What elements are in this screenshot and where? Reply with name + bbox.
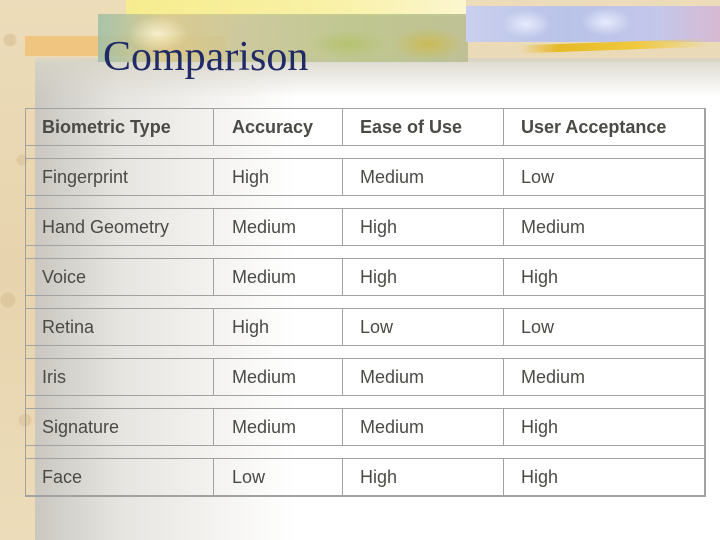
- row-separator: [26, 196, 704, 209]
- cell-accuracy: Medium: [213, 409, 342, 445]
- row-separator: [26, 246, 704, 259]
- cell-accuracy: Medium: [213, 209, 342, 245]
- table-row: Iris Medium Medium Medium: [26, 359, 704, 396]
- cell-accuracy: High: [213, 309, 342, 345]
- cell-user-acceptance: Medium: [503, 209, 704, 245]
- cell-ease-of-use: High: [342, 209, 503, 245]
- table-row: Hand Geometry Medium High Medium: [26, 209, 704, 246]
- header-accuracy: Accuracy: [213, 109, 342, 145]
- table-row: Signature Medium Medium High: [26, 409, 704, 446]
- header-user-acceptance: User Acceptance: [503, 109, 704, 145]
- row-separator: [26, 296, 704, 309]
- cell-user-acceptance: Low: [503, 309, 704, 345]
- row-separator: [26, 146, 704, 159]
- cell-biometric-type: Hand Geometry: [42, 216, 170, 237]
- table-row: Face Low High High: [26, 459, 704, 495]
- table-row: Voice Medium High High: [26, 259, 704, 296]
- cell-ease-of-use: Medium: [342, 159, 503, 195]
- cell-ease-of-use: Medium: [342, 409, 503, 445]
- cell-accuracy: Medium: [213, 259, 342, 295]
- cell-accuracy: Low: [213, 459, 342, 495]
- header-biometric-type: Biometric Type: [42, 116, 171, 137]
- cell-biometric-type: Signature: [42, 416, 120, 437]
- slide-title: Comparison: [103, 34, 309, 80]
- comparison-table: Biometric Type Accuracy Ease of Use User…: [25, 108, 706, 497]
- header-ease-of-use: Ease of Use: [342, 109, 503, 145]
- row-separator: [26, 346, 704, 359]
- row-separator: [26, 446, 704, 459]
- cell-ease-of-use: High: [342, 259, 503, 295]
- cell-biometric-type: Voice: [42, 266, 87, 287]
- cell-biometric-type: Retina: [42, 316, 95, 337]
- cell-ease-of-use: Low: [342, 309, 503, 345]
- cell-accuracy: High: [213, 159, 342, 195]
- cell-accuracy: Medium: [213, 359, 342, 395]
- row-separator: [26, 396, 704, 409]
- cell-ease-of-use: High: [342, 459, 503, 495]
- cell-biometric-type: Iris: [42, 366, 66, 387]
- cell-user-acceptance: High: [503, 459, 704, 495]
- cell-user-acceptance: High: [503, 259, 704, 295]
- table-header-row: Biometric Type Accuracy Ease of Use User…: [26, 109, 704, 146]
- cell-user-acceptance: Low: [503, 159, 704, 195]
- cell-ease-of-use: Medium: [342, 359, 503, 395]
- decorative-flower-banner: [466, 6, 720, 42]
- cell-biometric-type: Fingerprint: [42, 166, 129, 187]
- cell-user-acceptance: High: [503, 409, 704, 445]
- cell-user-acceptance: Medium: [503, 359, 704, 395]
- table-row: Fingerprint High Medium Low: [26, 159, 704, 196]
- cell-biometric-type: Face: [42, 466, 83, 487]
- table-row: Retina High Low Low: [26, 309, 704, 346]
